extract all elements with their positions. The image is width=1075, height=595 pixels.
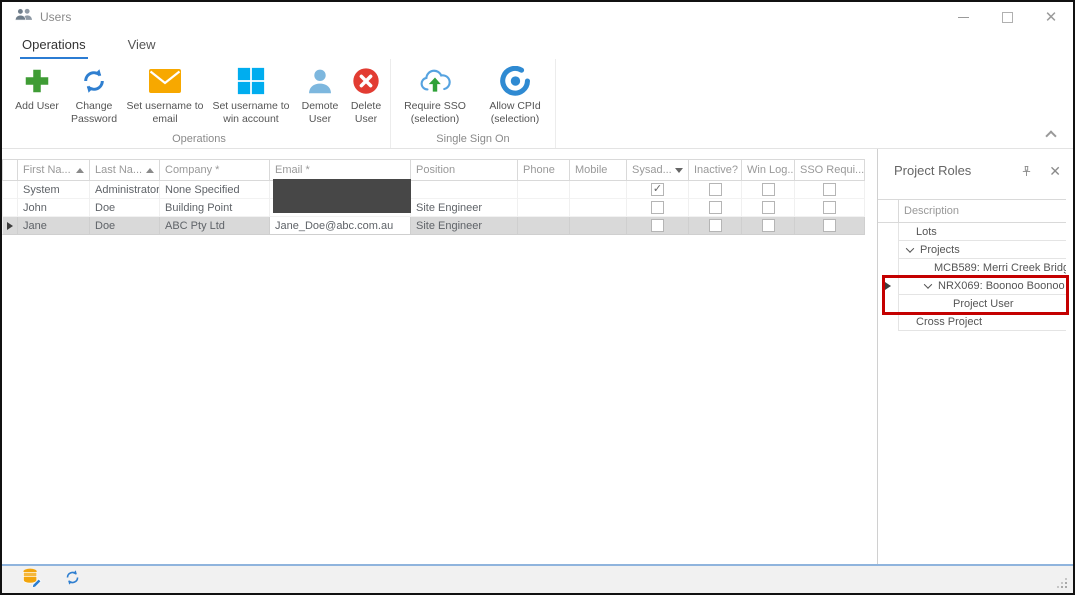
change-password-button[interactable]: Change Password — [64, 61, 124, 125]
sysadmin-checkbox[interactable] — [651, 183, 664, 196]
sysadmin-checkbox[interactable] — [651, 201, 664, 214]
cpid-icon — [499, 65, 531, 97]
close-button[interactable]: ✕ — [1029, 2, 1073, 32]
ribbon: Add User Change Password — [2, 59, 1073, 149]
ribbon-group-single-sign-on: Require SSO (selection) Allow CPId (sele… — [391, 59, 556, 148]
project-roles-tree: Lots Projects MCB589: Merri Creek Bridge… — [878, 223, 1066, 331]
tree-item-cross-project[interactable]: Cross Project — [878, 313, 1066, 331]
set-username-to-win-account-button[interactable]: Set username to win account — [206, 61, 296, 125]
person-icon — [304, 65, 336, 97]
table-row-system[interactable]: System Administrator None Specified — [2, 181, 865, 199]
col-header-first-name[interactable]: First Na... — [18, 160, 90, 180]
win-logon-checkbox[interactable] — [762, 219, 775, 232]
email-cell: Jane_Doe@abc.com.au — [270, 217, 411, 235]
cloud-upload-icon — [419, 65, 451, 97]
demote-user-button[interactable]: Demote User — [296, 61, 344, 125]
change-password-refresh-icon — [78, 65, 110, 97]
ribbon-collapse-chevron-icon[interactable] — [1045, 130, 1056, 141]
windows-logo-icon — [235, 65, 267, 97]
header-row-indicator — [2, 160, 18, 180]
allow-cpid-button[interactable]: Allow CPId (selection) — [477, 61, 553, 125]
grid-header-row: First Na... Last Na... Company * Email *… — [2, 159, 865, 181]
sso-required-checkbox[interactable] — [823, 201, 836, 214]
add-user-plus-icon — [21, 65, 53, 97]
sort-asc-icon — [146, 168, 154, 173]
set-username-to-email-button[interactable]: Set username to email — [124, 61, 206, 125]
delete-user-button[interactable]: Delete User — [344, 61, 388, 125]
win-logon-checkbox[interactable] — [762, 201, 775, 214]
chevron-down-icon[interactable] — [924, 280, 932, 288]
ribbon-tab-row: Operations View — [2, 32, 1073, 59]
project-roles-panel: Project Roles ✕ Description Lots — [877, 149, 1073, 564]
ribbon-group-label-single-sign-on: Single Sign On — [393, 132, 553, 148]
tree-item-projects[interactable]: Projects — [878, 241, 1066, 259]
database-edit-icon[interactable] — [22, 568, 42, 592]
panel-title: Project Roles — [894, 163, 971, 178]
maximize-button[interactable] — [985, 2, 1029, 32]
title-bar: Users ✕ — [2, 2, 1073, 32]
ribbon-group-operations: Add User Change Password — [8, 59, 391, 148]
row-indicator-cell — [2, 181, 18, 199]
add-user-button[interactable]: Add User — [10, 61, 64, 113]
current-row-arrow-icon — [7, 222, 13, 230]
tab-view[interactable]: View — [126, 32, 158, 59]
users-grid: First Na... Last Na... Company * Email *… — [2, 149, 877, 564]
table-row-jane-selected[interactable]: Jane Doe ABC Pty Ltd Jane_Doe@abc.com.au… — [2, 217, 865, 235]
chevron-down-icon[interactable] — [906, 244, 914, 252]
sysadmin-checkbox[interactable] — [651, 219, 664, 232]
refresh-icon[interactable] — [64, 569, 81, 591]
inactive-checkbox[interactable] — [709, 219, 722, 232]
sso-required-checkbox[interactable] — [823, 183, 836, 196]
col-header-email[interactable]: Email * — [270, 160, 411, 180]
tab-operations[interactable]: Operations — [20, 32, 88, 59]
panel-close-icon[interactable]: ✕ — [1049, 164, 1061, 178]
status-bar — [2, 564, 1073, 593]
close-icon: ✕ — [1045, 10, 1058, 25]
col-header-company[interactable]: Company * — [160, 160, 270, 180]
col-header-mobile[interactable]: Mobile — [570, 160, 627, 180]
tree-item-nrx069[interactable]: NRX069: Boonoo Boonoo Br... — [878, 277, 1066, 295]
col-header-win-logon[interactable]: Win Log... — [742, 160, 795, 180]
row-indicator-cell — [2, 217, 18, 235]
inactive-checkbox[interactable] — [709, 183, 722, 196]
col-header-position[interactable]: Position — [411, 160, 518, 180]
resize-grip[interactable] — [1065, 586, 1067, 588]
current-row-arrow-icon — [885, 282, 891, 290]
email-envelope-icon — [149, 65, 181, 97]
email-redaction-box — [273, 179, 411, 213]
tree-item-mcb589[interactable]: MCB589: Merri Creek Bridge — [878, 259, 1066, 277]
row-indicator-cell — [2, 199, 18, 217]
sort-asc-icon — [76, 168, 84, 173]
minimize-icon — [958, 17, 969, 18]
maximize-icon — [1002, 12, 1013, 23]
users-icon — [15, 8, 33, 26]
tree-item-lots[interactable]: Lots — [878, 223, 1066, 241]
ribbon-group-label-operations: Operations — [10, 132, 388, 148]
window-title: Users — [40, 10, 71, 24]
filter-dropdown-icon[interactable] — [675, 168, 683, 173]
delete-cross-icon — [350, 65, 382, 97]
tree-column-header[interactable]: Description — [878, 199, 1066, 223]
users-window: Users ✕ Operations View Add User — [0, 0, 1075, 595]
minimize-button[interactable] — [941, 2, 985, 32]
sso-required-checkbox[interactable] — [823, 219, 836, 232]
require-sso-button[interactable]: Require SSO (selection) — [393, 61, 477, 125]
col-header-inactive[interactable]: Inactive? — [689, 160, 742, 180]
pin-icon[interactable] — [1021, 165, 1032, 177]
col-header-sysadmin[interactable]: Sysad... — [627, 160, 689, 180]
table-row-john[interactable]: John Doe Building Point Site Engineer — [2, 199, 865, 217]
col-header-sso-required[interactable]: SSO Requi... — [795, 160, 865, 180]
win-logon-checkbox[interactable] — [762, 183, 775, 196]
inactive-checkbox[interactable] — [709, 201, 722, 214]
col-header-phone[interactable]: Phone — [518, 160, 570, 180]
tree-item-project-user[interactable]: Project User — [878, 295, 1066, 313]
description-column-header: Description — [899, 200, 1066, 222]
col-header-last-name[interactable]: Last Na... — [90, 160, 160, 180]
